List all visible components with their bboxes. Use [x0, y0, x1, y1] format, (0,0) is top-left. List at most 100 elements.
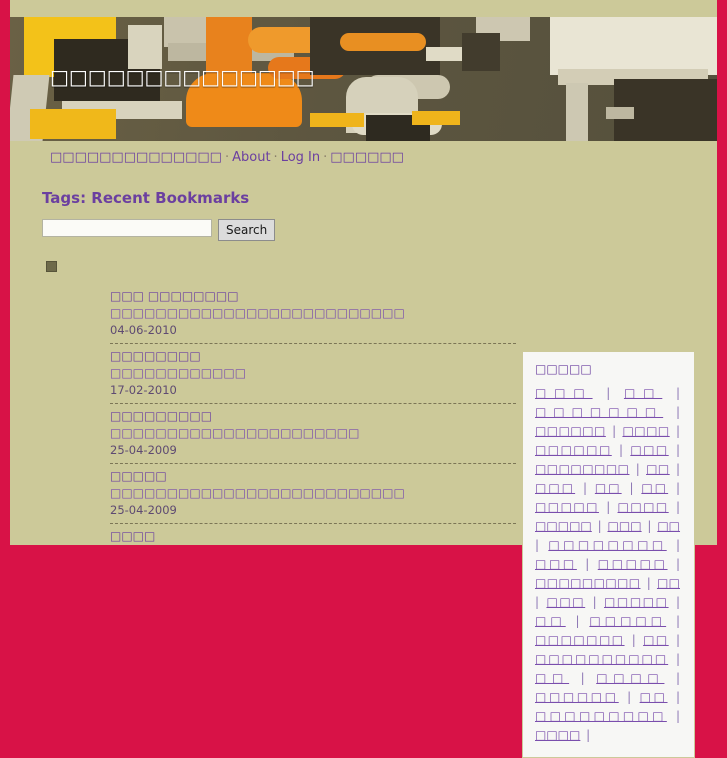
tag-separator: |	[668, 538, 681, 552]
nav-item-home[interactable]: □□□□□□□□□□□□□□	[50, 150, 222, 165]
tag-cloud-link[interactable]: □□	[535, 671, 569, 685]
tag-separator: |	[671, 424, 681, 438]
tag-cloud-link[interactable]: □□□□□	[535, 519, 592, 533]
tag-separator: |	[577, 481, 593, 495]
bookmark-description: □□□□□□□□□□□□□□□□□□□□□□	[110, 426, 360, 440]
nav-item-login[interactable]: Log In	[281, 150, 320, 165]
nav-item-register[interactable]: □□□□□□	[330, 150, 404, 165]
sidebar-tag-cloud-panel: □□□□□ □□□ | □□ | □□□□□□□ | □□□□□□ | □□□□…	[522, 351, 695, 758]
tag-cloud-link[interactable]: □□	[657, 576, 680, 590]
bookmark-title-link[interactable]: □□□□□	[110, 468, 516, 485]
bookmark-title-link[interactable]: □□□ □□□□□□□□	[110, 288, 516, 305]
tag-cloud-link[interactable]: □□□	[608, 519, 642, 533]
tag-cloud-link[interactable]: □□	[535, 614, 566, 628]
bookmark-item: □□□□□□□□ □□□□□□□□□□□□ 17-02-2010	[110, 348, 516, 404]
bookmark-title-link[interactable]: □□□□□□□□□	[110, 408, 516, 425]
bookmark-description: □□□□□□□□□□□□□□□□□□□□□□□□□□	[110, 486, 405, 500]
page-frame: □□□□□□□□□□□□□□ □□□□□□□□□□□□□□ · About · Log …	[10, 0, 717, 758]
tag-separator: |	[669, 557, 681, 571]
tag-cloud-link[interactable]: □□□□	[535, 728, 580, 742]
bookmark-item: □□□□	[110, 528, 516, 548]
tag-separator: |	[665, 405, 680, 419]
tag-cloud-link[interactable]: □□	[646, 462, 670, 476]
main-navigation: □□□□□□□□□□□□□□ · About · Log In · □□□□□□	[10, 141, 717, 171]
tag-separator: |	[670, 500, 680, 514]
tag-cloud-link[interactable]: □□□□□□□□□	[535, 709, 667, 723]
tag-cloud: □□□ | □□ | □□□□□□□ | □□□□□□ | □□□□ | □□□…	[535, 384, 682, 745]
tag-cloud-link[interactable]: □□□□	[618, 500, 669, 514]
tag-cloud-link[interactable]: □□□□□□□□□□	[535, 652, 668, 666]
tag-separator: |	[643, 519, 656, 533]
tag-separator: |	[594, 386, 622, 400]
main-column: Tags: Recent Bookmarks Search □□□ □□□□□□…	[42, 189, 532, 548]
bookmark-item: □□□ □□□□□□□□ □□□□□□□□□□□□□□□□□□□□□□□□□□ 04…	[110, 288, 516, 344]
tag-cloud-link[interactable]: □□□□□□	[535, 443, 612, 457]
tag-cloud-link[interactable]: □□□	[535, 481, 575, 495]
tag-cloud-link[interactable]: □□□	[546, 595, 585, 609]
tag-cloud-link[interactable]: □□□□	[596, 671, 664, 685]
tag-cloud-link[interactable]: □□□□□□□	[535, 405, 663, 419]
tag-separator: |	[670, 481, 681, 495]
tag-separator: |	[623, 481, 640, 495]
nav-separator: ·	[224, 150, 230, 165]
bookmark-date: 04-06-2010	[110, 323, 177, 337]
tag-cloud-link[interactable]: □□□□□□□□	[535, 462, 629, 476]
tag-separator: |	[670, 633, 680, 647]
tag-separator: |	[600, 500, 616, 514]
tag-cloud-link[interactable]: □□□□□	[589, 614, 666, 628]
bookmark-title-link[interactable]: □□□□	[110, 528, 516, 545]
bookmark-item: □□□□□□□□□□□□□□□□□□□□□□□□□□□□□□□ 25-04-200…	[110, 468, 516, 524]
tag-cloud-link[interactable]: □□□□□□	[535, 690, 619, 704]
search-button[interactable]: Search	[218, 219, 276, 241]
content-wrapper: Tags: Recent Bookmarks Search □□□ □□□□□□…	[10, 171, 717, 758]
tag-separator: |	[582, 728, 591, 742]
search-form: Search	[42, 219, 532, 241]
tag-separator: |	[626, 633, 642, 647]
sidebar-heading: □□□□□	[535, 362, 592, 376]
tag-cloud-link[interactable]: □□□□□	[535, 500, 599, 514]
tag-cloud-link[interactable]: □□□□□□□□	[548, 538, 666, 552]
tag-separator: |	[642, 576, 655, 590]
tag-cloud-link[interactable]: □□□□□	[598, 557, 668, 571]
tag-separator: |	[620, 690, 638, 704]
tag-cloud-link[interactable]: □□	[595, 481, 622, 495]
nav-item-about[interactable]: About	[232, 150, 270, 165]
bookmark-list: □□□ □□□□□□□□ □□□□□□□□□□□□□□□□□□□□□□□□□□ 04…	[42, 288, 532, 548]
tag-cloud-link[interactable]: □□	[643, 633, 669, 647]
tag-cloud-link[interactable]: □□□	[630, 443, 668, 457]
tag-separator: |	[607, 424, 621, 438]
tag-cloud-link[interactable]: □□□□□□□	[535, 633, 625, 647]
tag-separator: |	[593, 519, 606, 533]
tag-cloud-link[interactable]: □□	[624, 386, 662, 400]
tag-separator: |	[668, 614, 680, 628]
tag-separator: |	[664, 386, 681, 400]
tag-separator: |	[567, 614, 588, 628]
tag-cloud-link[interactable]: □□□□	[622, 424, 669, 438]
tag-cloud-link[interactable]: □□□	[535, 386, 593, 400]
site-banner: □□□□□□□□□□□□□□	[10, 17, 717, 141]
tag-cloud-link[interactable]: □□□	[535, 557, 577, 571]
tag-cloud-link[interactable]: □□□□□□□□□	[535, 576, 641, 590]
bookmark-date: 25-04-2009	[110, 503, 177, 517]
tag-separator: |	[668, 709, 680, 723]
tag-separator: |	[670, 652, 680, 666]
tag-separator: |	[669, 690, 681, 704]
search-input[interactable]	[42, 219, 212, 237]
bookmark-description: □□□□□□□□□□□□□□□□□□□□□□□□□□	[110, 306, 405, 320]
tag-cloud-link[interactable]: □□	[640, 690, 668, 704]
tag-separator: |	[671, 462, 681, 476]
nav-separator: ·	[323, 150, 328, 165]
bookmark-date: 25-04-2009	[110, 443, 177, 457]
tag-cloud-link[interactable]: □□	[657, 519, 680, 533]
tag-separator: |	[613, 443, 629, 457]
tag-separator: |	[670, 443, 681, 457]
bookmark-item: □□□□□□□□□□□□□□□□□□□□□□□□□□□□□□□ 25-04-200…	[110, 408, 516, 464]
tag-cloud-link[interactable]: □□□□□	[604, 595, 669, 609]
tag-cloud-link[interactable]: □□□□□□	[535, 424, 606, 438]
tag-separator: |	[578, 557, 596, 571]
bookmark-title-link[interactable]: □□□□□□□□	[110, 348, 516, 365]
tag-separator: |	[587, 595, 603, 609]
tag-cloud-link[interactable]: □□	[641, 481, 668, 495]
tag-separator: |	[666, 671, 681, 685]
site-title: □□□□□□□□□□□□□□	[50, 65, 315, 89]
